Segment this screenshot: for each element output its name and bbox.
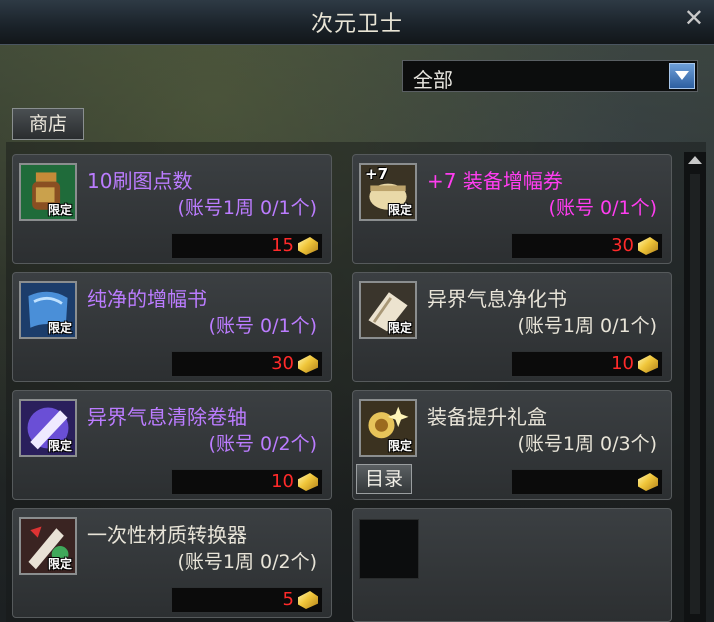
price-bar: 10 (511, 351, 663, 377)
title-bar: 次元卫士 ✕ (0, 0, 714, 45)
shop-item-card[interactable]: +7 限定 +7 装备增幅券 (账号 0/1个) 30 (352, 154, 672, 264)
empty-item-slot (359, 519, 419, 579)
scroll-up-icon[interactable] (688, 156, 702, 164)
catalog-button[interactable]: 目录 (356, 464, 412, 494)
limited-tag: 限定 (47, 439, 72, 453)
item-purchase-limit: (账号 0/2个) (208, 433, 317, 455)
scroll-icon: +7 限定 (359, 163, 417, 221)
item-name: 异界气息清除卷轴 (87, 405, 247, 429)
item-price: 5 (282, 589, 294, 610)
item-price: 30 (271, 353, 294, 374)
coin-icon (638, 473, 658, 491)
coin-icon (298, 355, 318, 373)
limited-tag: 限定 (47, 321, 72, 335)
item-price: 10 (611, 353, 634, 374)
scrollbar[interactable] (684, 152, 706, 622)
purify-book-icon: 限定 (359, 281, 417, 339)
shop-item-card[interactable]: 限定 纯净的增幅书 (账号 0/1个) 30 (12, 272, 332, 382)
item-name: +7 装备增幅券 (427, 169, 563, 193)
filter-selected-value: 全部 (413, 68, 453, 92)
chevron-down-icon[interactable] (669, 63, 695, 89)
price-bar: 30 (511, 233, 663, 259)
item-name: 10刷图点数 (87, 169, 193, 193)
price-bar (511, 469, 663, 495)
item-purchase-limit: (账号1周 0/1个) (517, 315, 657, 337)
window-title: 次元卫士 (310, 12, 403, 37)
close-icon[interactable]: ✕ (684, 4, 704, 32)
item-price: 15 (271, 235, 294, 256)
limited-tag: 限定 (387, 321, 412, 335)
coin-icon (638, 237, 658, 255)
item-price: 10 (271, 471, 294, 492)
converter-icon: 限定 (19, 517, 77, 575)
item-name: 纯净的增幅书 (87, 287, 207, 311)
item-name: 一次性材质转换器 (87, 523, 247, 547)
price-bar: 15 (171, 233, 323, 259)
price-bar: 30 (171, 351, 323, 377)
clear-scroll-icon: 限定 (19, 399, 77, 457)
shop-item-card[interactable]: 限定 一次性材质转换器 (账号1周 0/2个) 5 (12, 508, 332, 618)
coin-icon (298, 591, 318, 609)
icon-badge: +7 (365, 165, 389, 183)
item-name: 异界气息净化书 (427, 287, 567, 311)
shop-item-card[interactable]: 限定 异界气息净化书 (账号1周 0/1个) 10 (352, 272, 672, 382)
item-purchase-limit: (账号 0/1个) (208, 315, 317, 337)
item-name: 装备提升礼盒 (427, 405, 547, 429)
gift-box-icon: 限定 (359, 399, 417, 457)
item-price: 30 (611, 235, 634, 256)
book-icon: 限定 (19, 281, 77, 339)
coin-icon (298, 473, 318, 491)
limited-tag: 限定 (47, 203, 72, 217)
shop-item-card[interactable]: 限定 异界气息清除卷轴 (账号 0/2个) 10 (12, 390, 332, 500)
limited-tag: 限定 (47, 557, 72, 571)
coin-icon (298, 237, 318, 255)
scroll-track[interactable] (690, 174, 700, 614)
empty-item-card (352, 508, 672, 622)
potion-icon: 限定 (19, 163, 77, 221)
price-bar: 5 (171, 587, 323, 613)
shop-item-card[interactable]: 限定 10刷图点数 (账号1周 0/1个) 15 (12, 154, 332, 264)
tab-shop[interactable]: 商店 (12, 108, 84, 140)
limited-tag: 限定 (387, 203, 412, 217)
item-purchase-limit: (账号1周 0/2个) (177, 551, 317, 573)
item-purchase-limit: (账号1周 0/1个) (177, 197, 317, 219)
price-bar: 10 (171, 469, 323, 495)
limited-tag: 限定 (387, 439, 412, 453)
coin-icon (638, 355, 658, 373)
item-purchase-limit: (账号 0/1个) (548, 197, 657, 219)
filter-dropdown[interactable]: 全部 (402, 60, 698, 92)
item-purchase-limit: (账号1周 0/3个) (517, 433, 657, 455)
